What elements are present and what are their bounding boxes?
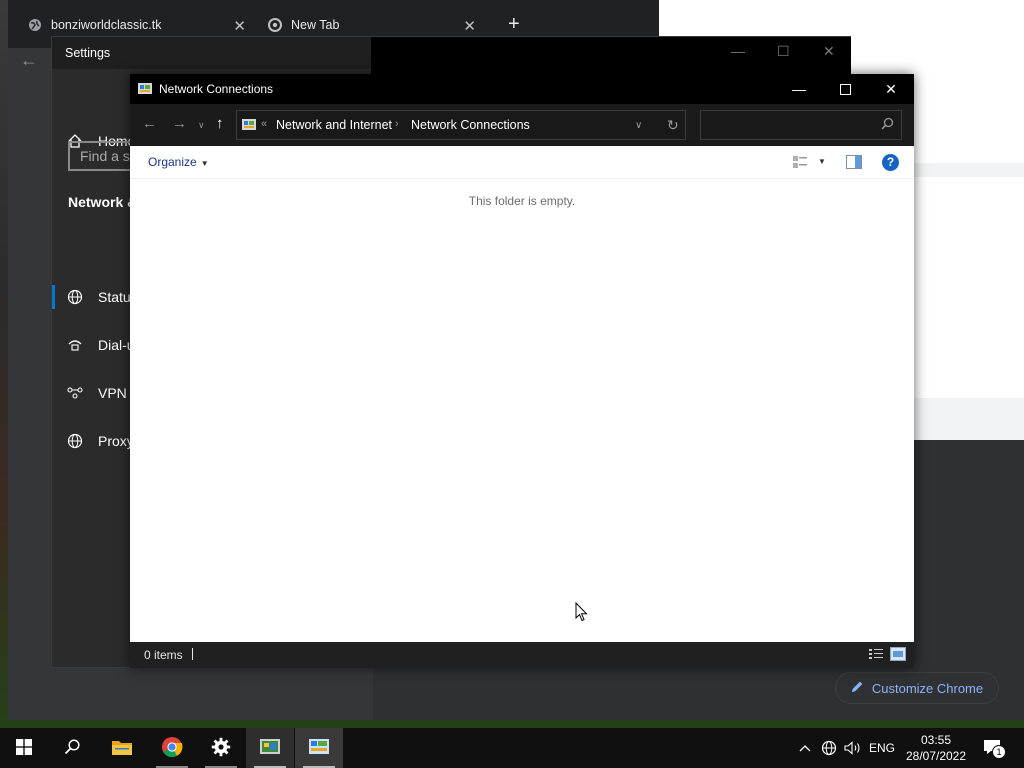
windows-logo-icon	[16, 738, 32, 758]
settings-nav-vpn[interactable]: VPN	[52, 381, 127, 405]
view-options-chevron-icon[interactable]: ▼	[818, 157, 826, 166]
input-language[interactable]: ENG	[866, 728, 898, 768]
new-tab-button[interactable]: +	[508, 14, 520, 34]
settings-content-header: — ☐ ✕	[371, 37, 851, 75]
show-hidden-icons-chevron-icon[interactable]	[796, 728, 814, 768]
clock-time: 03:55	[920, 733, 952, 747]
empty-folder-message: This folder is empty.	[468, 194, 576, 208]
tab-close-icon[interactable]: ✕	[463, 17, 476, 35]
organize-button[interactable]: Organize ▼	[148, 155, 209, 169]
search-icon	[64, 738, 80, 758]
organize-label: Organize	[148, 155, 197, 169]
folder-icon	[111, 738, 133, 759]
explorer-status-bar: 0 items	[130, 642, 914, 668]
recent-locations-chevron-icon[interactable]: ∨	[198, 120, 205, 131]
vpn-icon	[66, 384, 84, 402]
file-explorer-button[interactable]	[98, 728, 146, 768]
address-field[interactable]: « Network and Internet › Network Connect…	[236, 110, 686, 140]
explorer-titlebar: Network Connections — ✕	[130, 74, 914, 104]
up-arrow-icon[interactable]: ↑	[216, 115, 224, 132]
breadcrumb-overflow[interactable]: «	[261, 118, 267, 130]
pencil-icon	[851, 680, 864, 696]
network-folder-icon	[308, 737, 330, 760]
nav-label: Proxy	[98, 433, 134, 449]
settings-nav-status[interactable]: Status	[52, 285, 138, 309]
gear-icon	[211, 737, 231, 760]
chrome-icon	[161, 736, 183, 761]
settings-section-header: Network &	[68, 194, 138, 210]
breadcrumb-network-internet[interactable]: Network and Internet	[276, 118, 392, 132]
volume-icon[interactable]	[843, 728, 863, 768]
explorer-window-title: Network Connections	[159, 82, 274, 96]
chevron-down-icon: ▼	[200, 159, 209, 168]
search-button[interactable]	[48, 728, 96, 768]
action-center-button[interactable]: 1	[978, 728, 1006, 768]
start-button[interactable]	[0, 728, 48, 768]
change-view-icon[interactable]	[792, 155, 808, 172]
chrome-favicon-icon	[268, 18, 282, 32]
notification-count-badge: 1	[992, 744, 1006, 759]
tab-close-icon[interactable]: ✕	[233, 17, 246, 35]
explorer-address-bar: ← → ∨ ↑ « Network and Internet › Network…	[130, 104, 914, 146]
tab-title: bonziworldclassic.tk	[51, 18, 162, 32]
settings-taskbar-button[interactable]	[197, 728, 245, 768]
item-count: 0 items	[144, 648, 183, 662]
network-globe-icon[interactable]	[819, 728, 839, 768]
preview-pane-icon[interactable]	[846, 155, 862, 172]
address-dropdown-icon[interactable]: ∨	[635, 120, 642, 131]
clock-date: 28/07/2022	[905, 749, 967, 763]
chrome-taskbar-button[interactable]	[148, 728, 196, 768]
status-divider	[192, 648, 193, 660]
forward-icon[interactable]: →	[172, 115, 187, 132]
large-icons-view-icon[interactable]	[890, 647, 906, 664]
settings-nav-dialup[interactable]: Dial-up	[52, 333, 142, 357]
dialup-icon	[66, 336, 84, 354]
close-icon[interactable]: ✕	[823, 43, 835, 60]
help-button[interactable]: ?	[882, 154, 899, 171]
back-icon[interactable]: ←	[142, 115, 157, 132]
network-folder-icon	[137, 81, 153, 97]
tab-title: New Tab	[291, 18, 340, 32]
network-folder-icon	[241, 117, 257, 136]
customize-chrome-button[interactable]: Customize Chrome	[835, 672, 999, 704]
taskbar: ENG 03:55 28/07/2022 1	[0, 728, 1024, 768]
settings-window-title: Settings	[65, 46, 111, 60]
minimize-icon[interactable]: —	[776, 74, 822, 104]
minimize-icon[interactable]: —	[731, 43, 745, 59]
globe-icon	[66, 288, 84, 306]
close-icon[interactable]: ✕	[868, 74, 914, 104]
taskbar-clock[interactable]: 03:55 28/07/2022	[900, 732, 972, 764]
nav-label: VPN	[98, 385, 127, 401]
back-arrow-icon[interactable]: ←	[20, 50, 38, 71]
control-panel-taskbar-button[interactable]	[246, 728, 294, 768]
customize-chrome-label: Customize Chrome	[871, 680, 984, 696]
network-connections-taskbar-button[interactable]	[295, 728, 343, 768]
explorer-command-bar: Organize ▼ ▼ ?	[130, 146, 914, 179]
breadcrumb-network-connections[interactable]: Network Connections	[411, 118, 530, 132]
settings-nav-proxy[interactable]: Proxy	[52, 429, 134, 453]
search-icon	[881, 117, 894, 133]
refresh-icon[interactable]: ↻	[667, 117, 679, 134]
globe-favicon-icon	[28, 18, 42, 32]
breadcrumb-separator-icon: ›	[395, 118, 399, 130]
explorer-search-input[interactable]	[700, 110, 902, 140]
control-panel-icon	[259, 737, 281, 760]
maximize-icon[interactable]: ☐	[777, 43, 790, 60]
notification-icon: 1	[983, 739, 1006, 759]
details-view-icon[interactable]	[868, 647, 884, 664]
mouse-pointer-icon	[575, 601, 588, 625]
maximize-icon[interactable]	[822, 74, 868, 104]
globe-icon	[66, 432, 84, 450]
network-connections-window: Network Connections — ✕ ← → ∨ ↑ « Networ…	[130, 74, 914, 668]
